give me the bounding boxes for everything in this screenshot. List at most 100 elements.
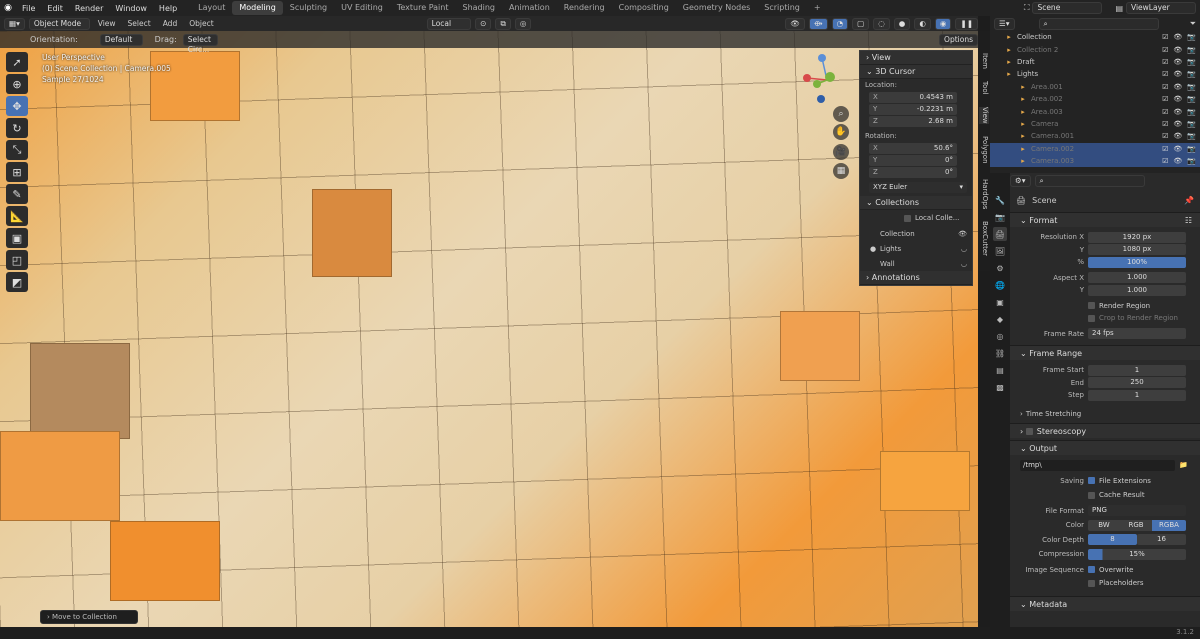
view-section-header[interactable]: › View (860, 51, 972, 65)
eye-icon[interactable]: 👁 (1173, 108, 1182, 116)
time-stretching-subpanel[interactable]: › Time Stretching (1010, 408, 1200, 421)
shading-rendered-icon[interactable]: ◉ (934, 17, 952, 30)
pan-hand-icon[interactable]: ✋ (833, 124, 849, 140)
depth-16-button[interactable]: 16 (1137, 534, 1186, 546)
editor-type-button[interactable]: ▦▾ (4, 17, 25, 30)
properties-search-input[interactable]: ⌕ (1034, 174, 1145, 187)
cursor-tool-icon[interactable]: ⊕ (6, 74, 28, 94)
header-menu-add[interactable]: Add (159, 19, 182, 28)
hardops-tool-icon[interactable]: ◩ (6, 272, 28, 292)
tab-geometry-nodes[interactable]: Geometry Nodes (676, 1, 757, 15)
scene-field[interactable]: Scene (1032, 2, 1103, 14)
tab-sculpting[interactable]: Sculpting (283, 1, 334, 15)
checkbox-icon[interactable]: ☑ (1162, 33, 1168, 41)
annotations-section-header[interactable]: › Annotations (860, 271, 972, 285)
transform-space-dropdown[interactable]: Local (426, 17, 472, 30)
filter-icon[interactable]: ⏷ (1190, 19, 1200, 29)
outliner-row[interactable]: ▸ Collection ☑ 👁 📷 (990, 31, 1200, 43)
camera-icon[interactable]: 📷 (1187, 132, 1196, 140)
aspect-y-field[interactable]: 1.000 (1088, 284, 1186, 296)
zoom-icon[interactable]: ⌕ (833, 106, 849, 122)
color-rgba-button[interactable]: RGBA (1152, 519, 1186, 531)
visibility-icon[interactable]: 👁 (785, 17, 805, 30)
tab-hardops[interactable]: HardOps (979, 179, 989, 209)
color-rgb-button[interactable]: RGB (1120, 519, 1152, 531)
menu-edit[interactable]: Edit (41, 4, 69, 13)
frame-start-field[interactable]: 1 (1088, 364, 1186, 376)
view-layer-field[interactable]: ViewLayer (1126, 2, 1196, 14)
resolution-percent-slider[interactable]: 100% (1088, 256, 1186, 268)
toggle-icon[interactable]: ◡ (961, 245, 967, 253)
tab-texture-paint[interactable]: Texture Paint (390, 1, 456, 15)
checkbox-icon[interactable]: ☑ (1162, 70, 1168, 78)
camera-icon[interactable]: 📷 (1187, 95, 1196, 103)
menu-render[interactable]: Render (69, 4, 109, 13)
checkbox-icon[interactable]: ☑ (1162, 58, 1168, 66)
header-menu-select[interactable]: Select (124, 19, 155, 28)
options-dropdown[interactable]: Options (939, 33, 978, 46)
eye-icon[interactable]: 👁 (1173, 33, 1182, 41)
eye-icon[interactable]: 👁 (958, 230, 967, 238)
cache-result-row[interactable]: Cache Result (1010, 489, 1200, 502)
header-menu-object[interactable]: Object (185, 19, 217, 28)
transform-tool-icon[interactable]: ⊞ (6, 162, 28, 182)
snap-icon[interactable]: ⧉ (495, 17, 511, 30)
tab-animation[interactable]: Animation (502, 1, 557, 15)
placeholders-row[interactable]: Placeholders (1010, 577, 1200, 590)
output-path-field[interactable]: /tmp\ (1020, 459, 1175, 471)
tab-layout[interactable]: Layout (191, 1, 232, 15)
drag-dropdown[interactable]: Select Circ... (182, 33, 219, 54)
collections-section-header[interactable]: ⌄ Collections (860, 196, 972, 210)
3d-viewport[interactable] (0, 31, 978, 627)
shading-solid-icon[interactable]: ● (893, 17, 911, 30)
tool-props-icon[interactable]: 🔧 (993, 193, 1007, 207)
rotation-mode-dropdown[interactable]: XYZ Euler ▾ (860, 181, 972, 193)
crop-region-row[interactable]: Crop to Render Region (1010, 312, 1200, 325)
toggle-icon[interactable]: ◡ (961, 260, 967, 268)
camera-view-icon[interactable]: 🎥 (833, 144, 849, 160)
collection-item[interactable]: ● Lights ◡ (860, 241, 972, 256)
resolution-y-field[interactable]: 1080 px (1088, 244, 1186, 256)
local-collections-toggle[interactable]: Local Colle... (860, 210, 972, 226)
scene-props-icon[interactable]: ⚙ (993, 261, 1007, 275)
outliner-row[interactable]: ▸ Area.003 ☑ 👁 📷 (990, 105, 1200, 117)
camera-icon[interactable]: 📷 (1187, 33, 1196, 41)
color-bw-button[interactable]: BW (1088, 519, 1120, 531)
outliner-row[interactable]: ▸ Camera.002 ☑ 👁 📷 (990, 142, 1200, 155)
tab-shading[interactable]: Shading (455, 1, 502, 15)
texture-props-icon[interactable]: ▩ (993, 380, 1007, 394)
mode-dropdown[interactable]: Object Mode (28, 17, 90, 30)
collection-item[interactable]: Wall ◡ (860, 256, 972, 271)
compression-slider[interactable]: 15% (1088, 548, 1186, 560)
tab-rendering[interactable]: Rendering (557, 1, 612, 15)
resolution-x-field[interactable]: 1920 px (1088, 231, 1186, 243)
cursor-loc-z[interactable]: Z 2.68 m (860, 115, 972, 127)
tab-tool[interactable]: Tool (979, 81, 989, 95)
list-icon[interactable]: ☷ (1185, 213, 1200, 228)
outliner-row[interactable]: ▸ Lights ☑ 👁 📷 (990, 68, 1200, 80)
view-layer-props-icon[interactable]: 🖼 (993, 244, 1007, 258)
measure-tool-icon[interactable]: 📐 (6, 206, 28, 226)
output-section-header[interactable]: ⌄ Output (1010, 440, 1200, 455)
outliner-row[interactable]: ▸ Collection 2 ☑ 👁 📷 (990, 43, 1200, 55)
world-props-icon[interactable]: 🌐 (993, 278, 1007, 292)
constraints-props-icon[interactable]: ⛓ (993, 346, 1007, 360)
collection-props-icon[interactable]: ▣ (993, 295, 1007, 309)
frame-end-field[interactable]: 250 (1088, 377, 1186, 389)
eye-icon[interactable]: 👁 (1173, 132, 1182, 140)
header-menu-view[interactable]: View (94, 19, 120, 28)
aspect-x-field[interactable]: 1.000 (1088, 272, 1186, 284)
outliner-search-input[interactable]: ⌕ (1038, 17, 1159, 30)
folder-icon[interactable]: 📁 (1179, 461, 1188, 469)
eye-icon[interactable]: 👁 (1173, 157, 1182, 165)
camera-icon[interactable]: 📷 (1187, 83, 1196, 91)
camera-icon[interactable]: 📷 (1187, 120, 1196, 128)
checkbox-icon[interactable]: ☑ (1162, 120, 1168, 128)
stereoscopy-section-header[interactable]: › Stereoscopy (1010, 423, 1200, 438)
frame-range-section-header[interactable]: ⌄ Frame Range (1010, 345, 1200, 360)
camera-icon[interactable]: 📷 (1187, 108, 1196, 116)
menu-file[interactable]: File (16, 4, 41, 13)
properties-editor-icon[interactable]: ⚙▾ (1010, 174, 1031, 187)
outliner-row[interactable]: ▸ Camera.003 ☑ 👁 📷 (990, 154, 1200, 168)
checkbox-icon[interactable]: ☑ (1162, 145, 1168, 153)
